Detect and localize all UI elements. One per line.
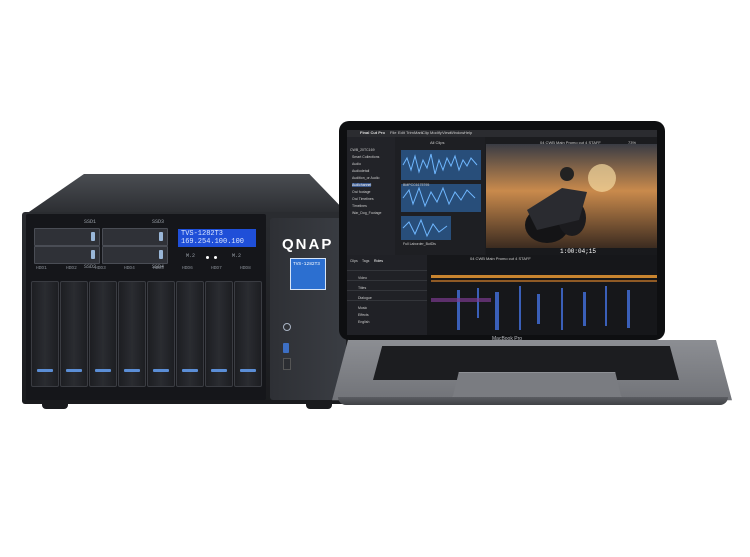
menu-item[interactable]: Clip <box>422 130 429 135</box>
ssd-label: SSD1 <box>84 219 97 225</box>
hdd-bay[interactable] <box>31 281 59 387</box>
menu-item[interactable]: Window <box>450 130 464 135</box>
hdd-bay[interactable] <box>118 281 146 387</box>
nas-foot <box>42 402 68 409</box>
timeline-role[interactable]: Music <box>358 306 367 310</box>
library-item[interactable]: CWB_20TC169 <box>350 148 375 152</box>
app-name: Final Cut Pro <box>360 130 385 135</box>
library-item[interactable]: Timelines <box>352 204 367 208</box>
timeline-role[interactable]: Video <box>358 276 367 280</box>
menu-item[interactable]: Help <box>464 130 472 135</box>
hdd-bay[interactable] <box>89 281 117 387</box>
ssd-bay[interactable] <box>102 246 168 264</box>
timecode-display: 1:00:04;15 <box>560 248 597 255</box>
final-cut-pro-screen <box>347 137 657 335</box>
usb-port[interactable] <box>283 343 289 353</box>
m2-label: M.2 <box>186 253 196 259</box>
clip-name[interactable]: BMPCC6175795 <box>403 183 429 187</box>
nas-lcd-display: TVS-1282T3 169.254.100.100 <box>178 229 256 247</box>
hdd-label: HDD8 <box>240 266 251 271</box>
ssd-bay[interactable] <box>34 228 100 246</box>
timeline-tab[interactable]: Clips <box>350 259 358 263</box>
status-led <box>214 256 217 259</box>
hdd-bay[interactable] <box>60 281 88 387</box>
library-item[interactable]: Cwi footage <box>352 190 370 194</box>
status-led <box>206 256 209 259</box>
hdd-label: HDD6 <box>182 266 193 271</box>
audio-clip-thumb <box>401 184 481 212</box>
hdd-bay[interactable] <box>147 281 175 387</box>
hdd-label: HDD3 <box>95 266 106 271</box>
hdd-label: HDD5 <box>153 266 164 271</box>
library-item[interactable]: Audichannel <box>352 183 372 187</box>
zoom-level[interactable]: 73% <box>628 140 636 145</box>
hdd-label: HDD7 <box>211 266 222 271</box>
ssd-bay[interactable] <box>34 246 100 264</box>
library-item[interactable]: Smart Collections <box>352 155 379 159</box>
macbook-label: MacBook Pro <box>492 336 523 342</box>
library-item[interactable]: Audio <box>352 162 361 166</box>
timeline-tab[interactable]: Roles <box>374 259 383 263</box>
laptop-screen <box>347 130 657 335</box>
sticker-model: TVS-1282T3 <box>293 262 321 267</box>
timeline-title: 04 CWB Main Promo cut 4 STAFF <box>470 256 531 261</box>
nas-foot <box>306 402 332 409</box>
hdd-label: HDD1 <box>36 266 47 271</box>
hdd-label: HDD2 <box>66 266 77 271</box>
library-item[interactable]: Cwi Timelines <box>352 197 374 201</box>
lcd-line-2: 169.254.100.100 <box>181 238 245 246</box>
ssd-label: SSD3 <box>152 219 165 225</box>
laptop-base-front <box>338 397 728 405</box>
menu-item[interactable]: File <box>390 130 396 135</box>
usb-port[interactable] <box>283 358 291 370</box>
ssd-bay[interactable] <box>102 228 168 246</box>
timeline-role[interactable]: Dialogue <box>358 296 372 300</box>
hdd-label: HDD4 <box>124 266 135 271</box>
lcd-line-1: TVS-1282T3 <box>181 230 224 238</box>
library-item[interactable]: Audiodetail <box>352 169 369 173</box>
trackpad[interactable] <box>452 372 622 400</box>
hdd-bay[interactable] <box>205 281 233 387</box>
m2-label: M.2 <box>232 253 242 259</box>
menu-item[interactable]: Trim <box>406 130 414 135</box>
menu-item[interactable]: Edit <box>398 130 405 135</box>
nas-top-panel <box>26 174 348 214</box>
hdd-bay[interactable] <box>176 281 204 387</box>
menu-item[interactable]: Modify <box>430 130 442 135</box>
library-item[interactable]: War_Dog_Footage <box>352 211 381 215</box>
timeline-role[interactable]: English <box>358 320 369 324</box>
browser-header: All Clips <box>430 140 445 145</box>
hdd-bay[interactable] <box>234 281 262 387</box>
timeline-tab[interactable]: Tags <box>362 259 369 263</box>
qnap-logo: QNAP <box>282 236 334 253</box>
library-item[interactable]: Audition_or Audio <box>352 176 379 180</box>
timeline-role[interactable]: Effects <box>358 313 369 317</box>
power-button[interactable] <box>283 323 291 331</box>
timeline-role[interactable]: Titles <box>358 286 366 290</box>
viewer-title: 04 CWB Main Promo cut 4 STAFF <box>540 140 601 145</box>
clip-name[interactable]: Full Laborder_ButDis <box>403 242 436 246</box>
